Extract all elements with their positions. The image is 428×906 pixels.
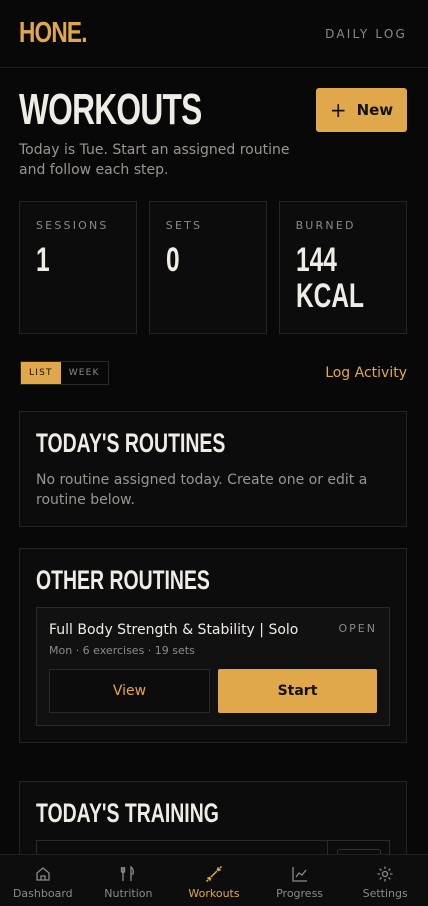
stat-value: 144	[295, 241, 337, 279]
page-subtitle: Today is Tue. Start an assigned routine …	[19, 142, 290, 178]
routine-meta: Mon · 6 exercises · 19 sets	[49, 644, 195, 657]
nav-settings[interactable]: Settings	[342, 855, 428, 906]
nav-label: Workouts	[188, 887, 240, 900]
stat-card-sessions: SESSIONS 1	[19, 201, 137, 334]
nav-workouts[interactable]: Workouts	[171, 855, 257, 906]
nav-label: Dashboard	[12, 887, 73, 900]
stat-unit: KCAL	[295, 277, 364, 315]
stat-card-burned: BURNED 144 KCAL	[278, 201, 407, 334]
toggle-list[interactable]: LIST	[21, 362, 61, 384]
nav-progress[interactable]: Progress	[257, 855, 343, 906]
section-title: TODAY'S ROUTINES	[36, 428, 226, 458]
gear-icon	[377, 866, 393, 882]
stat-card-sets: SETS 0	[148, 201, 267, 334]
chart-icon	[291, 867, 307, 882]
nav-label: Settings	[362, 887, 408, 900]
other-routines-card: OTHER ROUTINES Full Body Strength & Stab…	[19, 548, 407, 743]
stat-label: SESSIONS	[36, 219, 109, 232]
view-routine-button[interactable]: View	[49, 669, 210, 713]
routine-item: Full Body Strength & Stability | Solo OP…	[36, 607, 390, 726]
routine-name: Full Body Strength & Stability | Solo	[49, 622, 299, 638]
new-workout-button[interactable]: + New	[316, 88, 407, 132]
new-button-label: New	[356, 101, 394, 119]
toggle-week[interactable]: WEEK	[61, 362, 108, 384]
page-title: WORKOUTS	[19, 85, 202, 134]
fork-knife-icon	[121, 865, 135, 881]
nav-label: Progress	[276, 887, 324, 900]
routine-actions: View Start	[49, 669, 377, 713]
plus-icon: +	[329, 98, 347, 122]
view-controls: LIST WEEK Log Activity	[0, 334, 428, 385]
section-title: OTHER ROUTINES	[36, 565, 210, 595]
nav-label: Nutrition	[104, 887, 153, 900]
view-toggle: LIST WEEK	[20, 361, 109, 385]
dumbbell-icon	[205, 865, 223, 883]
section-title: TODAY'S TRAINING	[36, 798, 219, 828]
stats-row: SESSIONS 1 SETS 0 BURNED 144 KCAL	[0, 180, 428, 334]
stat-value: 0	[165, 241, 180, 279]
brand-logo[interactable]: HONE.	[19, 17, 88, 50]
empty-state-text: No routine assigned today. Create one or…	[36, 472, 368, 508]
routine-status-badge: OPEN	[338, 622, 377, 635]
top-bar: HONE. DAILY LOG	[0, 0, 428, 68]
stat-label: SETS	[165, 219, 203, 232]
home-icon	[36, 867, 50, 881]
stat-label: BURNED	[295, 219, 356, 232]
nav-nutrition[interactable]: Nutrition	[86, 855, 172, 906]
routine-header: Full Body Strength & Stability | Solo OP…	[49, 622, 377, 638]
todays-routines-card: TODAY'S ROUTINES No routine assigned tod…	[19, 411, 407, 527]
log-activity-link[interactable]: Log Activity	[325, 365, 407, 381]
start-routine-button[interactable]: Start	[218, 669, 377, 713]
title-row: WORKOUTS + New	[0, 68, 428, 132]
daily-log-link[interactable]: DAILY LOG	[325, 27, 407, 41]
stat-value: 1	[36, 241, 50, 279]
bottom-nav: Dashboard Nutrition Workouts Progress Se…	[0, 854, 428, 906]
nav-dashboard[interactable]: Dashboard	[0, 855, 86, 906]
